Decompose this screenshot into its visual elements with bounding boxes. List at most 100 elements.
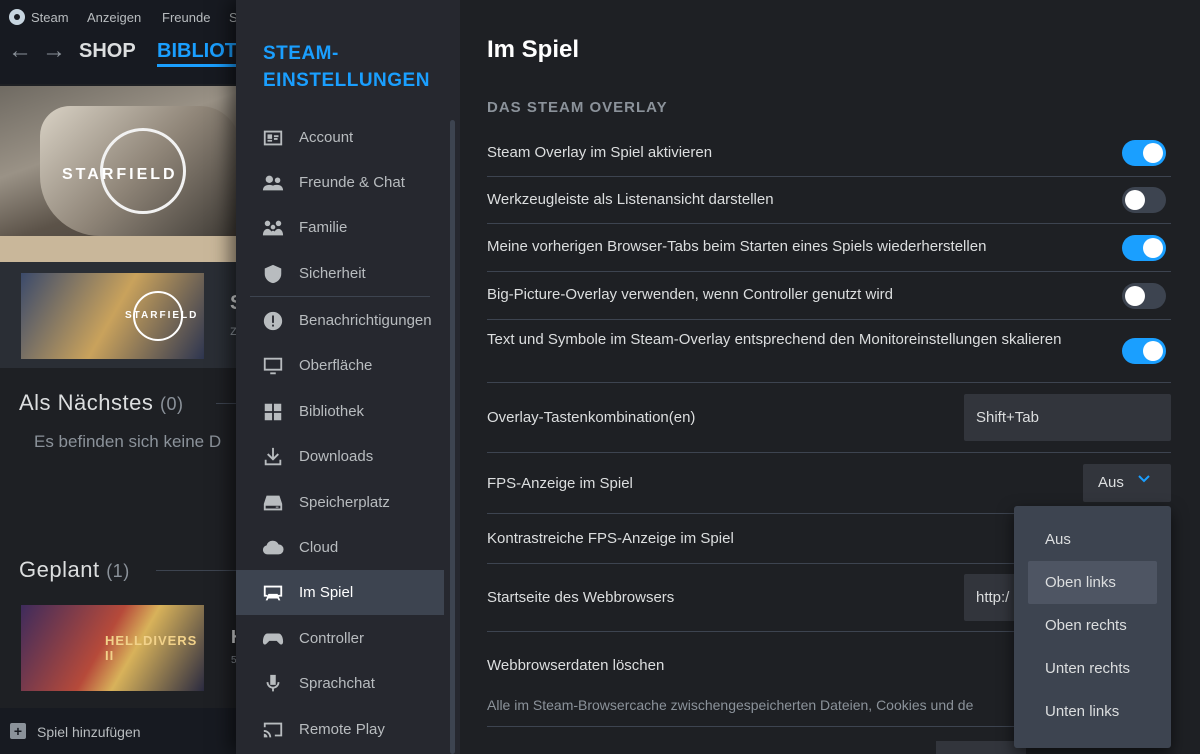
fps-option[interactable]: Unten rechts [1028, 647, 1157, 690]
setting-label: Big-Picture-Overlay verwenden, wenn Cont… [487, 286, 894, 303]
clear-data-button[interactable] [936, 741, 1026, 754]
planned-game-thumbnail[interactable]: HELLDIVERS II [21, 605, 204, 691]
section-next-heading: Als Nächstes (0) [19, 390, 184, 416]
setting-label: Kontrastreiche FPS-Anzeige im Spiel [487, 530, 734, 547]
fps-option[interactable]: Oben rechts [1028, 604, 1157, 647]
sidebar-item-voice[interactable]: Sprachchat [236, 661, 444, 706]
empty-message: Es befinden sich keine D [34, 432, 222, 451]
chevron-down-icon [1137, 472, 1151, 486]
recent-game-row[interactable]: STARFIELD S z [0, 262, 243, 368]
in-game-icon [262, 582, 284, 604]
sidebar-item-label: Oberfläche [299, 357, 373, 374]
sidebar-item-label: Speicherplatz [299, 494, 390, 511]
setting-label: Overlay-Tastenkombination(en) [487, 409, 696, 426]
menu-friends[interactable]: Freunde [162, 10, 210, 25]
setting-label: FPS-Anzeige im Spiel [487, 475, 633, 492]
setting-row-fps: FPS-Anzeige im Spiel Aus [487, 453, 1171, 514]
fps-dropdown[interactable]: Aus [1083, 464, 1171, 502]
sidebar-item-downloads[interactable]: Downloads [236, 434, 444, 479]
hero-ground [0, 236, 240, 262]
toggle-restore-tabs[interactable] [1122, 235, 1166, 261]
planned-game-title: HELLDIVERS II [105, 633, 198, 663]
toggle-big-picture[interactable] [1122, 283, 1166, 309]
forward-arrow-icon[interactable]: → [42, 37, 66, 65]
featured-game-hero[interactable]: STARFIELD [0, 86, 240, 262]
setting-label: Steam Overlay im Spiel aktivieren [487, 144, 713, 161]
sidebar-item-label: Familie [299, 219, 348, 236]
add-game-button[interactable]: Spiel hinzufügen [37, 724, 141, 740]
fps-dropdown-value: Aus [1098, 474, 1124, 491]
setting-row-toolbar-list: Werkzeugleiste als Listenansicht darstel… [487, 177, 1171, 224]
sidebar-item-storage[interactable]: Speicherplatz [236, 480, 444, 525]
drive-icon [262, 492, 284, 514]
sidebar-item-remote-play[interactable]: Remote Play [236, 707, 444, 752]
cast-icon [262, 719, 284, 741]
sidebar-item-security[interactable]: Sicherheit [236, 251, 444, 296]
nav-shop[interactable]: SHOP [79, 40, 136, 63]
sidebar-item-library[interactable]: Bibliothek [236, 389, 444, 434]
section-next-title: Als Nächstes [19, 390, 154, 415]
hotkey-input[interactable]: Shift+Tab [964, 394, 1171, 441]
cloud-icon [262, 537, 284, 559]
grid-icon [262, 401, 284, 423]
fps-option[interactable]: Unten links [1028, 690, 1157, 733]
sidebar-item-in-game[interactable]: Im Spiel [236, 570, 444, 615]
setting-label: Text und Symbole im Steam-Overlay entspr… [487, 331, 1062, 348]
toggle-overlay-enable[interactable] [1122, 140, 1166, 166]
microphone-icon [262, 673, 284, 695]
hero-title: STARFIELD [62, 166, 178, 183]
steam-logo-icon [9, 9, 25, 25]
sidebar-item-label: Freunde & Chat [299, 174, 405, 191]
section-planned-count: (1) [106, 561, 130, 581]
toggle-knob [1143, 143, 1163, 163]
section-divider [156, 570, 240, 571]
fps-option[interactable]: Aus [1028, 518, 1157, 561]
nav-active-underline [157, 64, 237, 67]
menu-steam[interactable]: Steam [31, 10, 69, 25]
family-icon [262, 217, 284, 239]
sidebar-item-controller[interactable]: Controller [236, 616, 444, 661]
section-next-count: (0) [160, 394, 184, 414]
library-bottom-bar: + Spiel hinzufügen [0, 708, 240, 754]
sidebar-item-label: Downloads [299, 448, 374, 465]
toggle-knob [1125, 286, 1145, 306]
setting-row-scale-overlay: Text und Symbole im Steam-Overlay entspr… [487, 320, 1171, 383]
download-icon [262, 446, 284, 468]
sidebar-item-label: Remote Play [299, 721, 385, 738]
section-planned-title: Geplant [19, 557, 100, 582]
section-planned-heading: Geplant (1) [19, 557, 130, 583]
fps-option-label: Unten rechts [1045, 660, 1131, 677]
shield-icon [262, 263, 284, 285]
sidebar-item-label: Controller [299, 630, 365, 647]
sidebar-item-label: Im Spiel [299, 584, 354, 601]
gamepad-icon [262, 628, 284, 650]
toggle-toolbar-list[interactable] [1122, 187, 1166, 213]
game-thumbnail[interactable]: STARFIELD [21, 273, 204, 359]
sidebar-item-interface[interactable]: Oberfläche [236, 343, 444, 388]
toggle-knob [1143, 341, 1163, 361]
setting-label: Werkzeugleiste als Listenansicht darstel… [487, 191, 774, 208]
add-icon[interactable]: + [10, 723, 26, 739]
sidebar-item-account[interactable]: Account [236, 115, 444, 160]
account-card-icon [262, 127, 284, 149]
sidebar-item-cloud[interactable]: Cloud [236, 525, 444, 570]
sidebar-item-label: Account [299, 129, 354, 146]
sidebar-item-notifications[interactable]: Benachrichtigungen [236, 298, 444, 343]
menu-view[interactable]: Anzeigen [87, 10, 141, 25]
sidebar-item-family[interactable]: Familie [236, 205, 444, 250]
sidebar-scrollbar[interactable] [450, 120, 455, 754]
nav-library[interactable]: BIBLIOTHEK [157, 40, 237, 63]
sidebar-divider [250, 296, 430, 297]
toggle-scale-overlay[interactable] [1122, 338, 1166, 364]
section-title: DAS STEAM OVERLAY [487, 99, 668, 116]
sidebar-item-label: Bibliothek [299, 403, 365, 420]
toggle-knob [1143, 238, 1163, 258]
sidebar-item-label: Benachrichtigungen [299, 312, 432, 329]
back-arrow-icon[interactable]: ← [8, 37, 32, 65]
sidebar-item-friends[interactable]: Freunde & Chat [236, 160, 444, 205]
fps-option-hovered[interactable]: Oben links [1028, 561, 1157, 604]
menu-bar: Steam Anzeigen Freunde S [0, 0, 240, 34]
sidebar-item-label: Sprachchat [299, 675, 375, 692]
fps-option-label: Oben links [1045, 574, 1116, 591]
setting-label-clear-data: Webbrowserdaten löschen [487, 657, 665, 674]
